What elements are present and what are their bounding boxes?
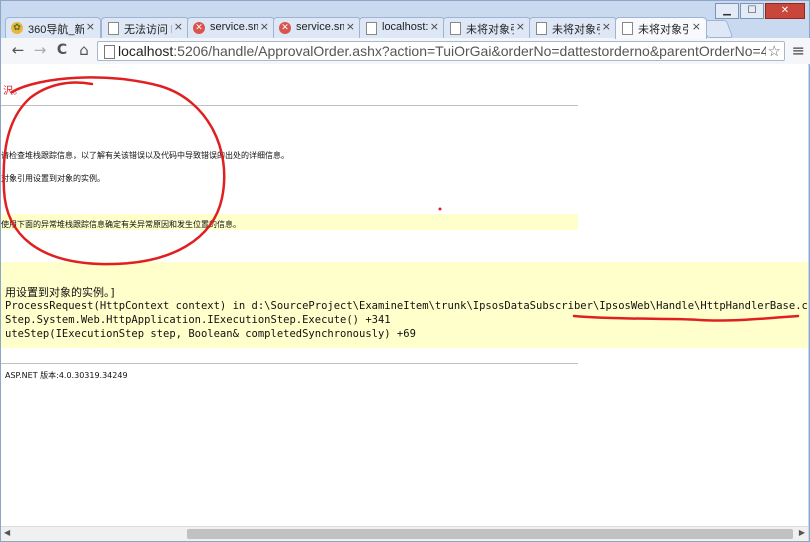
- divider: [1, 363, 578, 364]
- divider: [1, 105, 578, 106]
- tab-360-navigation[interactable]: ✿ 360导航_新 ×: [5, 17, 101, 39]
- tab-close-icon[interactable]: ×: [86, 20, 95, 33]
- tab-close-icon[interactable]: ×: [346, 20, 355, 33]
- close-window-button[interactable]: ✕: [765, 3, 805, 19]
- tab-close-icon[interactable]: ×: [430, 20, 439, 33]
- tab-title: 未将对象引: [638, 24, 690, 36]
- tab-close-icon[interactable]: ×: [602, 20, 611, 33]
- back-button[interactable]: ←: [9, 41, 27, 59]
- page-icon: [536, 22, 547, 35]
- stack-trace-line: uteStep(IExecutionStep step, Boolean& co…: [5, 328, 416, 340]
- tab-cannot-access[interactable]: 无法访问 h ×: [101, 17, 189, 39]
- tab-close-icon[interactable]: ×: [174, 20, 183, 33]
- tab-strip: ✿ 360导航_新 × 无法访问 h × ✕ service.sm × ✕ se…: [1, 1, 810, 39]
- window-controls: ▁ ☐ ✕: [714, 3, 805, 19]
- forward-button[interactable]: →: [31, 41, 49, 59]
- home-button[interactable]: ⌂: [75, 41, 93, 59]
- url-text[interactable]: localhost:5206/handle/ApprovalOrder.ashx…: [118, 43, 766, 59]
- scrollbar-thumb[interactable]: [187, 529, 793, 539]
- page-icon: [366, 22, 377, 35]
- exception-details-text: 对象引用设置到对象的实例。: [1, 174, 105, 183]
- tab-close-icon[interactable]: ×: [516, 20, 525, 33]
- page-icon: [622, 22, 633, 35]
- stack-trace-line: ProcessRequest(HttpContext context) in d…: [5, 300, 808, 312]
- scroll-right-arrow-icon[interactable]: ▶: [799, 528, 805, 537]
- url-host: localhost: [118, 43, 174, 59]
- error-favicon-icon: ✕: [279, 22, 291, 34]
- tab-service-2[interactable]: ✕ service.sm ×: [273, 17, 361, 39]
- minimize-button[interactable]: ▁: [715, 3, 739, 19]
- tab-title: 未将对象引: [466, 24, 514, 36]
- tab-service-1[interactable]: ✕ service.sm ×: [187, 17, 275, 39]
- browser-toolbar: ← → C ⌂ localhost:5206/handle/ApprovalOr…: [1, 38, 810, 65]
- description-text: 请检查堆栈跟踪信息，以了解有关该错误以及代码中导致错误的出处的详细信息。: [1, 151, 289, 160]
- scroll-left-arrow-icon[interactable]: ◀: [4, 528, 10, 537]
- tab-title: 未将对象引: [552, 24, 600, 36]
- tab-title: service.sm: [296, 21, 344, 33]
- page-icon: [450, 22, 461, 35]
- stack-trace-line: 用设置到对象的实例。]: [5, 286, 117, 299]
- bookmark-star-icon[interactable]: ☆: [768, 42, 781, 60]
- tab-close-icon[interactable]: ×: [692, 20, 701, 33]
- version-info: ASP.NET 版本:4.0.30319.34249: [5, 371, 128, 380]
- tab-close-icon[interactable]: ×: [260, 20, 269, 33]
- url-path: :5206/handle/ApprovalOrder.ashx?action=T…: [173, 43, 766, 59]
- reload-button[interactable]: C: [53, 41, 71, 59]
- tab-localhost[interactable]: localhost: ×: [359, 17, 445, 39]
- tab-null-ref-2[interactable]: 未将对象引 ×: [529, 17, 617, 39]
- navigation-favicon-icon: ✿: [11, 22, 23, 34]
- horizontal-scrollbar[interactable]: ◀ ▶: [1, 526, 808, 541]
- tab-null-ref-1[interactable]: 未将对象引 ×: [443, 17, 531, 39]
- tab-title: service.sm: [210, 21, 258, 33]
- address-bar[interactable]: localhost:5206/handle/ApprovalOrder.ashx…: [97, 41, 785, 61]
- error-favicon-icon: ✕: [193, 22, 205, 34]
- error-heading-fragment: 沢。: [3, 86, 23, 97]
- stack-trace-line: Step.System.Web.HttpApplication.IExecuti…: [5, 314, 391, 326]
- stack-trace-note: 使用下面的异常堆栈跟踪信息确定有关异常原因和发生位置的信息。: [1, 220, 241, 229]
- page-icon: [104, 45, 115, 59]
- tab-title: 无法访问 h: [124, 24, 172, 36]
- tab-title: 360导航_新: [28, 24, 84, 36]
- page-viewport: 沢。 请检查堆栈跟踪信息，以了解有关该错误以及代码中导致错误的出处的详细信息。 …: [1, 64, 808, 526]
- maximize-button[interactable]: ☐: [740, 3, 764, 19]
- menu-icon[interactable]: ≡: [792, 41, 805, 60]
- tab-title: localhost:: [382, 21, 428, 33]
- tab-null-ref-active[interactable]: 未将对象引 ×: [615, 17, 707, 39]
- page-icon: [108, 22, 119, 35]
